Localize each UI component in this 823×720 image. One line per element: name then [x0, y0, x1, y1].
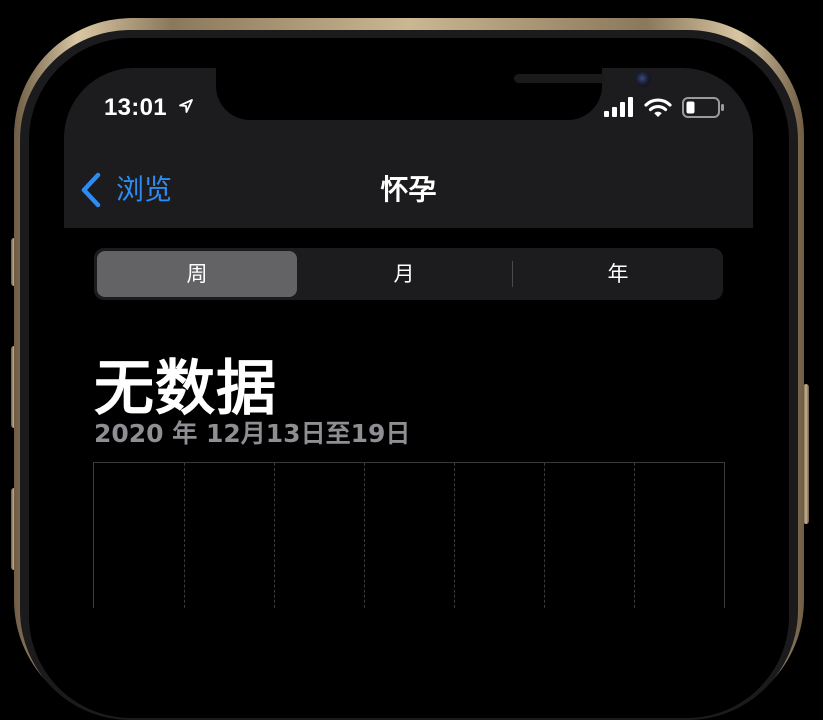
- status-time: 13:01: [104, 94, 167, 121]
- weekly-chart-area: [93, 462, 725, 608]
- chart-gridline: [184, 463, 185, 608]
- front-camera: [635, 71, 651, 87]
- chart-gridline: [364, 463, 365, 608]
- cellular-signal-icon: [604, 97, 633, 117]
- segment-year[interactable]: 年: [516, 251, 720, 297]
- period-segmented-control: 周 月 年: [94, 248, 723, 300]
- segment-divider: [512, 261, 513, 287]
- earpiece-speaker: [514, 74, 606, 83]
- date-range-label: 2020 年 12月13日至19日: [94, 419, 411, 448]
- wifi-icon: [644, 98, 672, 117]
- chart-gridline: [454, 463, 455, 608]
- chart-gridline: [544, 463, 545, 608]
- chart-gridline: [274, 463, 275, 608]
- phone-screen: 13:01 浏览 怀孕 周 月 年 无数据 2020 年 12月13日至19日: [64, 68, 753, 608]
- segment-month[interactable]: 月: [304, 251, 504, 297]
- segment-week[interactable]: 周: [97, 251, 297, 297]
- chart-gridline: [634, 463, 635, 608]
- page-title: 怀孕: [380, 173, 437, 206]
- battery-icon: [682, 97, 724, 118]
- location-arrow-icon: [179, 99, 193, 113]
- status-icons: [604, 96, 734, 120]
- notch: [216, 68, 651, 120]
